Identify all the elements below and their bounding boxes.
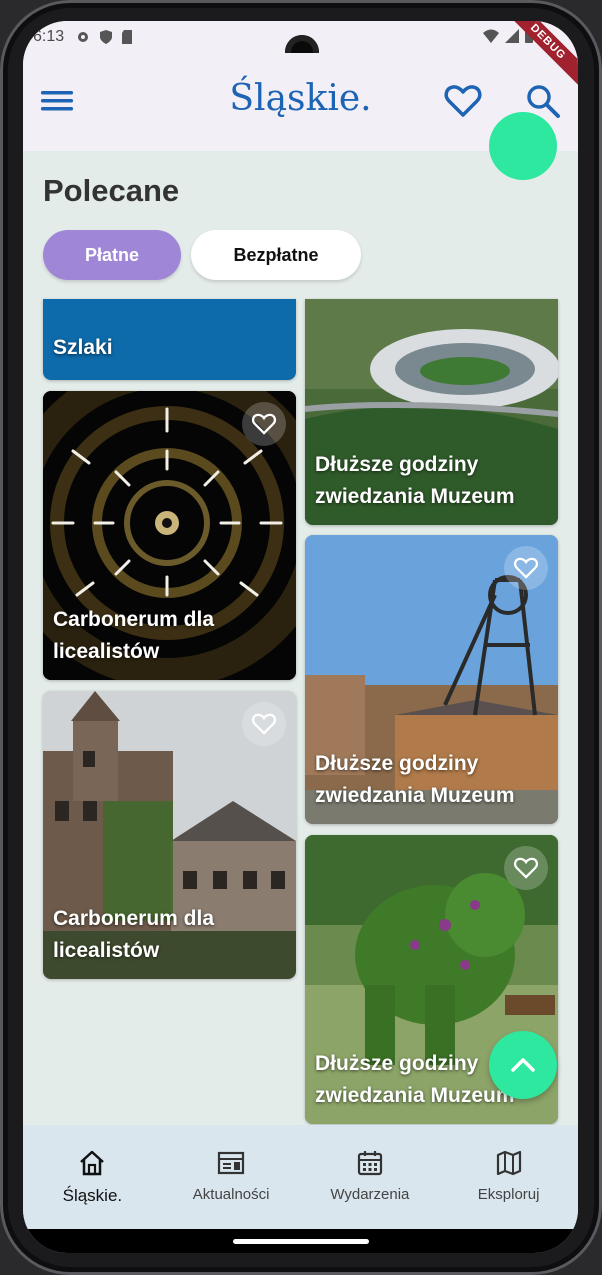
nav-item-events[interactable]: Wydarzenia	[301, 1125, 440, 1229]
bottom-navigation: Śląskie. Aktualności Wydarzenia Eksploru…	[23, 1125, 578, 1229]
heart-icon	[513, 857, 539, 879]
event-card[interactable]: Dłuższe godziny zwiedzania Muzeum	[305, 299, 558, 525]
favorite-toggle[interactable]	[504, 546, 548, 590]
signal-icon	[505, 29, 519, 43]
nav-label: Śląskie.	[62, 1186, 123, 1205]
nav-item-home[interactable]: Śląskie.	[23, 1125, 162, 1229]
calendar-icon	[357, 1151, 382, 1176]
event-card[interactable]: Carbonerum dla licealistów	[43, 691, 296, 979]
chevron-up-icon	[511, 1058, 535, 1072]
heart-icon	[251, 713, 277, 735]
news-icon	[218, 1151, 245, 1175]
phone-frame: 6:13 Śląskie. Polecane Płatne Bezpłatne …	[0, 0, 602, 1275]
status-icons-left	[75, 29, 133, 45]
category-card-trails[interactable]: Szlaki	[43, 299, 296, 380]
card-title: Carbonerum dla licealistów	[53, 608, 215, 663]
system-gesture-bar	[23, 1229, 578, 1253]
shield-icon	[100, 30, 112, 44]
teal-accent-circle	[489, 112, 557, 180]
event-card[interactable]: Carbonerum dla licealistów	[43, 391, 296, 680]
app-logo: Śląskie.	[229, 78, 372, 119]
favorite-toggle[interactable]	[242, 402, 286, 446]
nav-label: Eksploruj	[477, 1186, 540, 1203]
filter-chip-free[interactable]: Bezpłatne	[191, 230, 361, 280]
sd-card-icon	[122, 30, 132, 44]
filter-chip-paid[interactable]: Płatne	[43, 230, 181, 280]
scroll-to-top-button[interactable]	[489, 1031, 557, 1099]
event-card[interactable]: Dłuższe godziny zwiedzania Muzeum	[305, 535, 558, 824]
nav-item-explore[interactable]: Eksploruj	[439, 1125, 578, 1229]
home-icon	[80, 1150, 105, 1176]
settings-gear-icon	[78, 32, 88, 42]
card-title: Dłuższe godziny zwiedzania Muzeum	[315, 752, 515, 807]
nav-item-news[interactable]: Aktualności	[162, 1125, 301, 1229]
heart-icon	[251, 413, 277, 435]
home-indicator[interactable]	[233, 1239, 369, 1244]
section-title: Polecane	[43, 173, 180, 208]
nav-label: Wydarzenia	[330, 1186, 410, 1203]
map-icon	[496, 1150, 521, 1176]
main-content: Polecane Płatne Bezpłatne Szlaki Carbone…	[23, 151, 578, 1125]
heart-icon	[513, 557, 539, 579]
card-title: Szlaki	[53, 336, 113, 359]
screen: 6:13 Śląskie. Polecane Płatne Bezpłatne …	[23, 21, 578, 1253]
favorite-toggle[interactable]	[242, 702, 286, 746]
status-time: 6:13	[33, 28, 65, 45]
nav-label: Aktualności	[192, 1186, 270, 1203]
wifi-icon	[483, 29, 499, 43]
card-title: Dłuższe godziny zwiedzania Muzeum	[315, 453, 515, 508]
favorites-heart-icon[interactable]	[443, 81, 483, 121]
favorite-toggle[interactable]	[504, 846, 548, 890]
card-title: Carbonerum dla licealistów	[53, 907, 215, 962]
